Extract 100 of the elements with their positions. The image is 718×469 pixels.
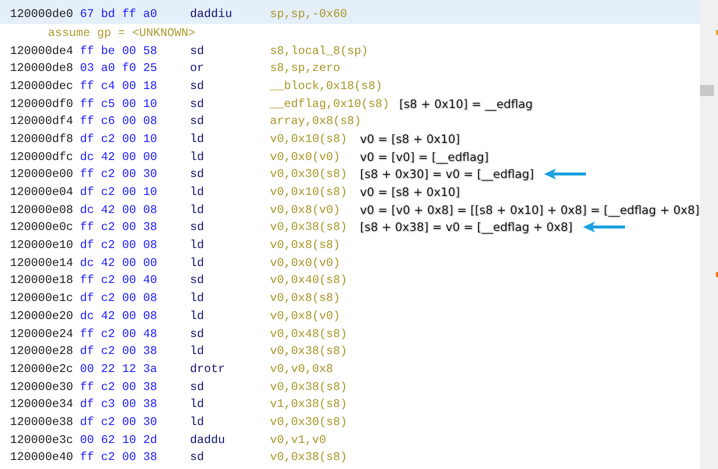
operands: s8,sp,zero — [270, 61, 342, 76]
mnemonic: ld — [190, 132, 206, 146]
operands: v0,0x30(s8) — [270, 167, 348, 182]
change-marker — [716, 30, 718, 35]
address: 120000e40 — [10, 450, 74, 464]
address: 120000e3c — [10, 432, 74, 447]
address: 120000e14 — [10, 256, 74, 270]
mnemonic: sd — [190, 114, 206, 128]
operands: v0,0x10(s8) — [270, 132, 348, 146]
opcode-bytes: dc 42 00 08 — [80, 202, 158, 217]
address: 120000e20 — [10, 308, 74, 323]
mnemonic: sd — [190, 96, 206, 111]
opcode-bytes: ff c2 00 40 — [80, 273, 158, 288]
operands: __edflag,0x10(s8) — [270, 96, 390, 111]
opcode-bytes: df c2 00 30 — [80, 414, 158, 429]
opcode-bytes: df c2 00 10 — [80, 132, 158, 146]
operands: s8,local_8(sp) — [270, 44, 368, 58]
operands: v0,v0,0x8 — [270, 362, 334, 376]
mnemonic: drotr — [190, 362, 226, 376]
operands: v0,0x38(s8) — [270, 450, 348, 464]
mnemonic: sd — [190, 220, 206, 234]
address: 120000e2c — [10, 362, 74, 376]
opcode-bytes: 00 62 10 2d — [80, 432, 158, 447]
address: 120000e24 — [10, 326, 74, 341]
address: 120000de0 — [10, 7, 74, 21]
opcode-bytes: ff c2 00 38 — [80, 220, 158, 234]
operands: v0,0x8(v0) — [270, 202, 342, 217]
opcode-bytes: ff c4 00 18 — [80, 78, 158, 93]
operands: __block,0x18(s8) — [270, 78, 382, 93]
mnemonic: ld — [190, 414, 206, 429]
mnemonic: ld — [190, 150, 206, 164]
operands: v0,0x0(v0) — [270, 256, 342, 270]
address: 120000dec — [10, 78, 74, 93]
operands: v0,v1,v0 — [270, 432, 328, 447]
operands: sp,sp,-0x60 — [270, 7, 348, 21]
address: 120000df8 — [10, 132, 74, 146]
annotation-note: v0 = [s8 + 0x10] — [360, 185, 460, 200]
address: 120000e00 — [10, 167, 74, 182]
mnemonic: sd — [190, 326, 206, 341]
assume-directive: assume gp = <UNKNOWN> — [47, 26, 196, 40]
operands: v0,0x30(s8) — [270, 414, 348, 429]
address: 120000e08 — [10, 202, 74, 217]
mnemonic: sd — [190, 167, 206, 182]
opcode-bytes: ff c2 00 38 — [80, 450, 158, 464]
address: 120000e30 — [10, 380, 74, 394]
annotation-note: v0 = [s8 + 0x10] — [360, 132, 460, 146]
mnemonic: ld — [190, 238, 206, 252]
opcode-bytes: ff c6 00 08 — [80, 114, 158, 128]
operands: v0,0x38(s8) — [270, 344, 348, 358]
mnemonic: sd — [190, 273, 206, 288]
mnemonic: ld — [190, 344, 206, 358]
operands: v0,0x10(s8) — [270, 185, 348, 200]
mnemonic: daddiu — [190, 7, 234, 21]
address: 120000e04 — [10, 185, 74, 200]
scrollbar-thumb[interactable] — [700, 85, 714, 96]
annotation-note: v0 = [v0] = [__edflag] — [360, 150, 489, 164]
opcode-bytes: df c2 00 08 — [80, 291, 158, 306]
mnemonic: daddu — [190, 432, 226, 447]
mnemonic: ld — [190, 397, 206, 412]
opcode-bytes: 67 bd ff a0 — [80, 7, 158, 21]
operands: v1,0x38(s8) — [270, 397, 348, 412]
address: 120000e1c — [10, 291, 74, 306]
mnemonic: ld — [190, 308, 206, 323]
opcode-bytes: 03 a0 f0 25 — [80, 61, 158, 76]
opcode-bytes: dc 42 00 00 — [80, 150, 158, 164]
opcode-bytes: ff c2 00 48 — [80, 326, 158, 341]
address: 120000e10 — [10, 238, 74, 252]
address: 120000de8 — [10, 61, 74, 76]
mnemonic: or — [190, 61, 206, 76]
address: 120000df0 — [10, 96, 74, 111]
address: 120000e18 — [10, 273, 74, 288]
opcode-bytes: dc 42 00 00 — [80, 256, 158, 270]
annotation-note: v0 = [v0 + 0x8] = [[s8 + 0x10] + 0x8] = [__edflag + 0x8] — [360, 202, 700, 217]
mnemonic: ld — [190, 291, 206, 306]
annotation-note: [s8 + 0x38] = v0 = [__edflag + 0x8] — [360, 220, 573, 234]
operands: v0,0x8(s8) — [270, 238, 342, 252]
change-marker — [716, 272, 718, 277]
operands: v0,0x40(s8) — [270, 273, 348, 288]
annotation-note: [s8 + 0x10] = __edflag — [399, 96, 533, 111]
address: 120000df4 — [10, 114, 74, 128]
opcode-bytes: ff c2 00 30 — [80, 167, 158, 182]
operands: v0,0x8(v0) — [270, 308, 342, 323]
mnemonic: ld — [190, 202, 206, 217]
opcode-bytes: df c3 00 38 — [80, 397, 158, 412]
address: 120000e28 — [10, 344, 74, 358]
mnemonic: sd — [190, 44, 206, 58]
address: 120000de4 — [10, 44, 74, 58]
opcode-bytes: df c2 00 10 — [80, 185, 158, 200]
operands: v0,0x0(v0) — [270, 150, 342, 164]
operands: v0,0x48(s8) — [270, 326, 348, 341]
operands: v0,0x8(s8) — [270, 291, 342, 306]
address: 120000e0c — [10, 220, 74, 234]
opcode-bytes: dc 42 00 08 — [80, 308, 158, 323]
annotation-note: [s8 + 0x30] = v0 = [__edflag] — [360, 167, 534, 182]
mnemonic: sd — [190, 380, 206, 394]
opcode-bytes: ff c2 00 38 — [80, 380, 158, 394]
opcode-bytes: 00 22 12 3a — [80, 362, 158, 376]
mnemonic: sd — [190, 450, 206, 464]
opcode-bytes: df c2 00 38 — [80, 344, 158, 358]
operands: v0,0x38(s8) — [270, 380, 348, 394]
